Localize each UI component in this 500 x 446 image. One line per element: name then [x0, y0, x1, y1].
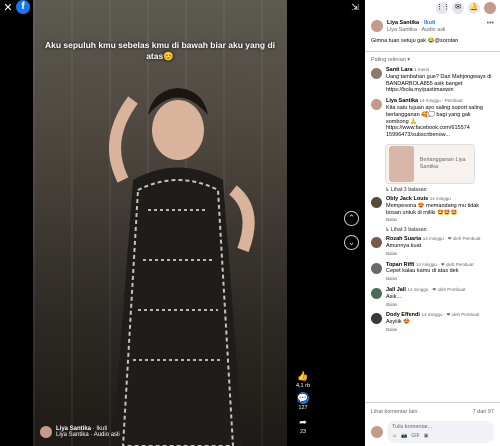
share-icon[interactable]: ➦: [297, 416, 309, 428]
comment-text: Asik...: [386, 293, 401, 300]
reply-button[interactable]: Balas: [386, 251, 494, 258]
comment-author[interactable]: Santi Lara: [386, 67, 413, 73]
comment-item: Dody Effendi 14 minggu · ❤ oleh Pembuat A…: [365, 310, 500, 335]
comment-author[interactable]: Rozah Suarta: [386, 236, 421, 242]
avatar: [371, 426, 383, 438]
sort-dropdown[interactable]: Paling relevan ▾: [365, 55, 500, 65]
post-header: Liya Santika · Ikuti Liya Santika · Audi…: [365, 16, 500, 34]
avatar[interactable]: [484, 2, 496, 14]
comment-text: Kita satu tujuan ayo saling suport salin…: [386, 104, 483, 139]
comment-author[interactable]: Dody Effendi: [386, 312, 420, 318]
reply-button[interactable]: Balas: [386, 302, 494, 309]
comment-meta: 14 minggu · ❤ oleh Pembuat: [415, 261, 474, 267]
facebook-logo-icon[interactable]: f: [16, 0, 30, 14]
top-navigation: ⋮⋮ ✉ 🔔: [365, 0, 500, 16]
avatar[interactable]: [371, 313, 382, 325]
comment-action[interactable]: 💬 127: [293, 392, 313, 411]
comment-meta: 14 minggu: [429, 195, 451, 201]
avatar[interactable]: [371, 287, 382, 299]
next-video-button[interactable]: ⌄: [344, 235, 359, 250]
comment-meta: 14 minggu · ❤ oleh Pembuat: [407, 286, 466, 292]
share-count: 23: [299, 429, 307, 435]
like-action[interactable]: 👍 4,1 rb: [293, 370, 313, 389]
video-player[interactable]: [33, 0, 287, 446]
comment-item: Liya Santika 14 minggu · Pembuat Kita sat…: [365, 96, 500, 141]
exit-fullscreen-icon[interactable]: ⇲: [350, 2, 360, 12]
notifications-icon[interactable]: 🔔: [468, 2, 480, 14]
divider: [365, 402, 500, 403]
avatar[interactable]: [371, 237, 382, 249]
menu-icon[interactable]: ⋮⋮: [436, 2, 450, 14]
comment-author[interactable]: Obly Jack Louis: [386, 196, 428, 202]
avatar[interactable]: [371, 262, 382, 274]
subscription-label: Berlangganan Liya Santika: [419, 156, 466, 170]
reply-button[interactable]: Balas: [386, 217, 494, 224]
subscription-card[interactable]: Berlangganan Liya Santika: [385, 143, 475, 184]
comment-input-placeholder: Tulis komentar...: [392, 424, 433, 430]
comment-meta: 1 menit: [414, 67, 429, 72]
comment-author[interactable]: Topan Riffi: [386, 262, 414, 268]
subscription-thumbnail: [389, 145, 414, 182]
video-figure-image: [109, 88, 255, 446]
view-replies-link[interactable]: ↳ Lihat 3 balasan: [365, 226, 500, 234]
comment-input[interactable]: Tulis komentar... ☺ 📷 GIF ▣: [387, 421, 494, 443]
avatar[interactable]: [371, 99, 382, 111]
comment-text: Amunnya kuat: [386, 242, 422, 249]
comment-author[interactable]: Liya Santika: [386, 98, 418, 104]
reply-button[interactable]: Balas: [386, 276, 494, 283]
comment-meta: 14 minggu · ❤ oleh Pembuat: [422, 236, 481, 242]
messenger-icon[interactable]: ✉: [452, 2, 464, 14]
emoji-icon[interactable]: ☺: [392, 433, 397, 439]
avatar[interactable]: [371, 196, 382, 208]
comment-meta: 14 minggu · Pembuat: [419, 98, 463, 104]
author-name[interactable]: Liya Santika: [387, 20, 419, 26]
like-count: 4,1 rb: [295, 383, 311, 389]
comment-meta: 14 minggu · ❤ oleh Pembuat: [421, 312, 480, 318]
comment-item: Topan Riffi 14 minggu · ❤ oleh Pembuat Ce…: [365, 260, 500, 285]
like-icon[interactable]: 👍: [297, 370, 309, 382]
gif-icon[interactable]: GIF: [411, 433, 419, 439]
previous-video-button[interactable]: ⌃: [344, 211, 359, 226]
audio-label[interactable]: Liya Santika · Audio asli: [56, 432, 120, 438]
comment-item: Obly Jack Louis 14 minggu Mempesona 😍 mem…: [365, 194, 500, 226]
comment-author[interactable]: Jall Jall: [386, 287, 406, 293]
comment-text: Uang tambahan gue? Dari Mahjongways di B…: [386, 73, 492, 94]
divider: [365, 51, 500, 52]
avatar[interactable]: [371, 20, 383, 32]
video-caption: Aku sepuluh kmu sebelas kmu di bawah bia…: [44, 40, 276, 61]
follow-link[interactable]: Ikuti: [424, 20, 435, 26]
comment-item: Jall Jall 14 minggu · ❤ oleh Pembuat Asik…: [365, 285, 500, 310]
comment-item: Santi Lara 1 menit Uang tambahan gue? Dar…: [365, 65, 500, 96]
close-icon[interactable]: ✕: [2, 2, 14, 14]
post-text: Gimna tuan setuju gak 😂@sorotan: [371, 38, 459, 44]
comment-text: Mempesona 😍 memandang mu tidak bosan unt…: [386, 202, 480, 216]
comment-item: Rozah Suarta 14 minggu · ❤ oleh Pembuat A…: [365, 234, 500, 259]
avatar[interactable]: [40, 426, 52, 438]
video-author-overlay[interactable]: Liya Santika · Ikuti Liya Santika · Audi…: [40, 426, 120, 438]
more-comments-link[interactable]: Lihat komentar lain: [371, 409, 417, 415]
comment-text: Cepet kalau kamu di atas dek: [386, 268, 459, 275]
reply-button[interactable]: Balas: [386, 327, 494, 334]
video-stage: Aku sepuluh kmu sebelas kmu di bawah bia…: [0, 0, 365, 446]
more-options-icon[interactable]: •••: [487, 20, 494, 34]
panel-footer: Lihat komentar lain 7 dari 97 Tulis kome…: [365, 399, 500, 446]
comment-text: Asyiiik 😍: [386, 319, 410, 326]
avatar[interactable]: [371, 68, 382, 79]
audio-label[interactable]: Liya Santika · Audio asli: [387, 27, 445, 34]
share-action[interactable]: ➦ 23: [293, 416, 313, 435]
sticker-icon[interactable]: ▣: [424, 433, 429, 439]
comment-count: 127: [298, 405, 308, 411]
view-replies-link[interactable]: ↳ Lihat 3 balasan: [365, 186, 500, 194]
comments-panel: ⋮⋮ ✉ 🔔 Liya Santika · Ikuti Liya Santika…: [365, 0, 500, 446]
comment-page-count: 7 dari 97: [472, 409, 494, 415]
comment-icon[interactable]: 💬: [297, 392, 309, 404]
camera-icon[interactable]: 📷: [401, 433, 407, 439]
